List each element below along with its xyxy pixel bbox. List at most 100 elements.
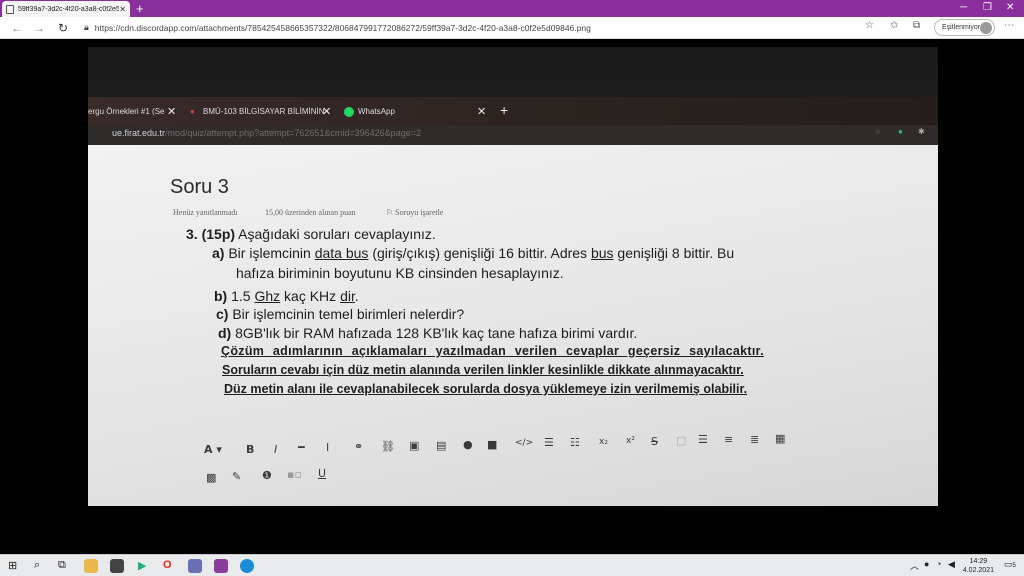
subscript-icon: x₂ bbox=[599, 437, 608, 447]
edit-icon: ✎ bbox=[232, 470, 242, 483]
close-window-icon[interactable]: ✕ bbox=[1006, 2, 1014, 13]
table-icon: ▦ bbox=[775, 432, 786, 445]
back-icon[interactable]: ← bbox=[8, 21, 26, 35]
notification-count: 5 bbox=[1012, 563, 1016, 569]
tab-title: 59ff39a7-3d2c-4f20-a3a8-c0f2e5 bbox=[18, 5, 120, 13]
align-center-icon: ≡ bbox=[724, 433, 734, 446]
avatar bbox=[980, 22, 992, 34]
photo-tab-3-label: WhatsApp bbox=[358, 107, 395, 117]
store-icon[interactable] bbox=[110, 559, 124, 573]
bold-button: B bbox=[246, 443, 255, 456]
part-b-term: dir bbox=[340, 288, 355, 304]
part-a-term: bus bbox=[590, 245, 614, 261]
photo-tab-2-icon: ● bbox=[190, 107, 195, 116]
question-score: (15p) bbox=[201, 226, 236, 242]
flag-question: ⚐ Soruyu işaretle bbox=[386, 208, 443, 217]
horizontal-rule-icon: ━ bbox=[298, 441, 305, 454]
special-char-icon: ▪▫ bbox=[287, 468, 302, 481]
new-tab-button[interactable]: + bbox=[136, 1, 144, 16]
minimize-icon[interactable]: ─ bbox=[960, 2, 967, 13]
photo-tab-1: ergu Örnekleri #1 (Se bbox=[88, 107, 165, 116]
volume-icon[interactable]: ◀ bbox=[948, 559, 955, 570]
photo-extension-icon: ● bbox=[898, 127, 903, 136]
photo-tab-close-icon: ✕ bbox=[322, 106, 332, 118]
refresh-icon[interactable]: ↻ bbox=[54, 21, 72, 35]
browser-tab[interactable]: 59ff39a7-3d2c-4f20-a3a8-c0f2e5 ✕ bbox=[2, 1, 130, 17]
search-icon[interactable]: ⌕ bbox=[34, 559, 40, 572]
clock-time: 14:29 bbox=[969, 558, 988, 565]
question-title: Soru 3 bbox=[170, 176, 229, 198]
app-icon[interactable]: ▶ bbox=[138, 559, 146, 572]
forward-icon[interactable]: → bbox=[30, 21, 48, 35]
part-a-text: (giriş/çıkış) genişliği 16 bittir. Adres bbox=[372, 245, 588, 261]
italic-button: I bbox=[274, 443, 278, 456]
page-icon bbox=[6, 4, 14, 14]
photo-new-tab-icon: + bbox=[500, 102, 509, 118]
photo-address-path: /mod/quiz/attempt.php?attempt=762651&cmi… bbox=[165, 128, 421, 138]
part-c-label: c) bbox=[216, 306, 229, 322]
unlink-icon: ⛓ bbox=[381, 440, 395, 453]
image-icon: ▣ bbox=[409, 439, 420, 452]
wifi-icon[interactable]: ◔ bbox=[936, 559, 941, 569]
close-tab-icon[interactable]: ✕ bbox=[119, 5, 126, 14]
task-view-icon[interactable]: ⧉ bbox=[58, 559, 66, 572]
font-color-label: A bbox=[204, 443, 213, 456]
part-c-text: Bir işlemcinin temel birimleri nelerdir? bbox=[232, 306, 465, 322]
tray-chevron-icon[interactable]: ︿ bbox=[910, 559, 919, 572]
link-icon: ⚭ bbox=[354, 440, 364, 453]
part-a-text: Bir işlemcinin bbox=[228, 245, 311, 261]
part-d-label: d) bbox=[218, 325, 232, 341]
video-icon: ■ bbox=[487, 438, 498, 451]
photo-puzzle-icon: ✱ bbox=[918, 127, 925, 136]
question-points: 15,00 üzerinden alınan puan bbox=[265, 208, 356, 217]
windows-start-icon[interactable]: ⊞ bbox=[8, 559, 17, 572]
favorites-icon[interactable]: ✩ bbox=[890, 20, 898, 31]
profile-sync-button[interactable]: Eşitlenmiyor bbox=[934, 19, 995, 36]
microphone-icon: ● bbox=[463, 438, 473, 451]
part-d: d) 8GB'lık bir RAM hafızada 128 KB'lık k… bbox=[218, 325, 637, 341]
more-menu-icon[interactable]: ⋯ bbox=[1004, 20, 1014, 31]
calc-icon: ▩ bbox=[206, 471, 217, 484]
part-b-text: . bbox=[354, 288, 359, 304]
notifications-icon[interactable]: ▭5 bbox=[1004, 559, 1016, 570]
photo-address: ue.firat.edu.tr/mod/quiz/attempt.php?att… bbox=[112, 128, 421, 138]
whatsapp-icon bbox=[344, 107, 354, 117]
restore-icon[interactable]: ❐ bbox=[983, 2, 992, 13]
sync-label: Eşitlenmiyor bbox=[942, 24, 981, 31]
browser-titlebar: 59ff39a7-3d2c-4f20-a3a8-c0f2e5 ✕ + ─ ❐ ✕ bbox=[0, 0, 1024, 17]
warning-2: Soruların cevabı için düz metin alanında… bbox=[222, 363, 744, 377]
bullet-list-icon: ☰ bbox=[544, 436, 554, 449]
edge-icon[interactable] bbox=[240, 559, 254, 573]
collections-icon[interactable]: ⧉ bbox=[913, 20, 920, 31]
blockquote-icon: ▢ bbox=[676, 434, 687, 447]
part-b-text: 1.5 bbox=[231, 288, 251, 304]
accessibility-icon: ❶ bbox=[262, 469, 272, 482]
lock-icon: 🔒︎ bbox=[84, 22, 89, 32]
align-right-icon: ≣ bbox=[750, 433, 760, 446]
numbered-list-icon: ☷ bbox=[570, 436, 580, 449]
photo-tab-close-icon: ✕ bbox=[167, 106, 177, 118]
app-icon[interactable] bbox=[214, 559, 228, 573]
warning-3: Düz metin alanı ile cevaplanabilecek sor… bbox=[224, 382, 748, 396]
media-icon: ▤ bbox=[436, 439, 447, 452]
underline-button: U bbox=[318, 467, 327, 480]
opera-icon[interactable]: O bbox=[163, 559, 172, 571]
question-intro: Aşağıdaki soruları cevaplayınız. bbox=[238, 226, 436, 242]
part-c: c) Bir işlemcinin temel birimleri nelerd… bbox=[216, 306, 464, 322]
windows-taskbar: ⊞ ⌕ ⧉ ▶ O ︿ ● ◔ ◀ 14:29 4.02.2021 ▭5 bbox=[0, 554, 1024, 576]
photo-tab-close-icon: ✕ bbox=[477, 106, 487, 118]
address-bar[interactable]: 🔒︎ https://cdn.discordapp.com/attachment… bbox=[84, 22, 591, 33]
photo-star-icon: ☆ bbox=[874, 127, 882, 136]
superscript-icon: x² bbox=[626, 436, 635, 446]
part-b-text: kaç KHz bbox=[284, 288, 337, 304]
question-number: 3. bbox=[186, 226, 198, 242]
question-header: 3. (15p) Aşağıdaki soruları cevaplayınız… bbox=[186, 226, 436, 242]
system-clock[interactable]: 14:29 4.02.2021 bbox=[963, 557, 994, 575]
reading-view-icon[interactable]: ☆ bbox=[865, 20, 874, 31]
microphone-icon[interactable]: ● bbox=[924, 559, 929, 569]
file-explorer-icon[interactable] bbox=[84, 559, 98, 573]
photo-tab-2: BMÜ-103 BİLGİSAYAR BİLİMİNİN bbox=[203, 107, 325, 116]
flag-icon: ⚐ bbox=[386, 208, 396, 217]
app-icon[interactable] bbox=[188, 559, 202, 573]
address-url: https://cdn.discordapp.com/attachments/7… bbox=[94, 22, 591, 33]
